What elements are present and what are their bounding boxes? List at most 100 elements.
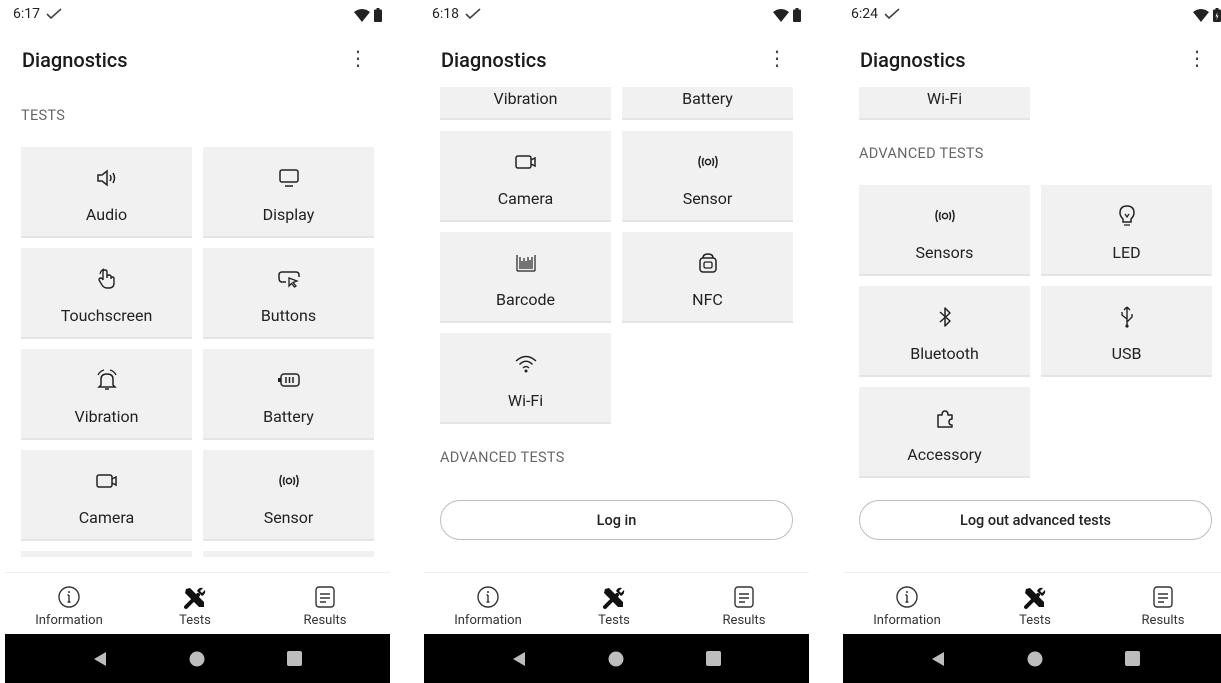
nav-information[interactable]: Information xyxy=(23,573,115,635)
app-bar: Diagnostics ⋮ xyxy=(424,44,809,78)
bottom-navigation: Information Tests Results xyxy=(843,572,1221,635)
nav-label: Information xyxy=(35,613,103,628)
back-button[interactable] xyxy=(499,634,539,683)
nav-label: Tests xyxy=(598,613,630,628)
overflow-menu-icon[interactable]: ⋮ xyxy=(1187,48,1207,68)
barcode-icon xyxy=(515,255,536,272)
nav-information[interactable]: Information xyxy=(442,573,534,635)
tile-label: Display xyxy=(262,205,315,224)
home-button[interactable] xyxy=(1015,634,1055,683)
battery-icon xyxy=(374,8,382,22)
nav-results[interactable]: Results xyxy=(285,573,365,635)
tile-label: NFC xyxy=(692,290,723,309)
puzzle-icon xyxy=(936,410,953,428)
system-navigation-bar xyxy=(843,634,1221,683)
tile-buttons[interactable]: Buttons xyxy=(203,248,374,339)
back-triangle-icon xyxy=(94,651,106,666)
tile-label: Wi-Fi xyxy=(926,89,963,108)
status-time: 6:17 xyxy=(13,6,40,22)
page-title: Diagnostics xyxy=(441,48,547,72)
tile-label: Sensors xyxy=(915,243,974,262)
back-triangle-icon xyxy=(513,651,525,666)
overflow-menu-icon[interactable]: ⋮ xyxy=(767,48,787,68)
system-navigation-bar xyxy=(5,634,390,683)
nav-results[interactable]: Results xyxy=(704,573,784,635)
lightbulb-icon xyxy=(1118,205,1135,226)
recents-button[interactable] xyxy=(693,634,733,683)
wifi-icon xyxy=(1193,8,1209,22)
recents-button[interactable] xyxy=(274,634,314,683)
overflow-menu-icon[interactable]: ⋮ xyxy=(348,48,368,68)
nav-information[interactable]: Information xyxy=(861,573,953,635)
tile-battery[interactable]: Battery xyxy=(203,349,374,440)
tile-audio[interactable]: Audio xyxy=(21,147,192,238)
nav-tests[interactable]: Tests xyxy=(155,573,235,635)
nav-results[interactable]: Results xyxy=(1123,573,1203,635)
sensor-icon xyxy=(278,474,299,488)
page-title: Diagnostics xyxy=(22,48,128,72)
logout-advanced-tests-button[interactable]: Log out advanced tests xyxy=(859,500,1212,540)
bluetooth-icon xyxy=(938,307,951,327)
tile-vibration[interactable]: Vibration xyxy=(21,349,192,440)
tile-sensor[interactable]: Sensor xyxy=(203,450,374,541)
tile-nfc[interactable]: NFC xyxy=(622,232,793,323)
tile-partial xyxy=(203,551,374,557)
tile-label: Battery xyxy=(263,407,314,426)
home-circle-icon xyxy=(608,651,624,666)
document-icon xyxy=(315,586,335,608)
tools-icon xyxy=(1024,587,1046,609)
info-icon xyxy=(477,586,499,608)
tile-led[interactable]: LED xyxy=(1041,185,1212,276)
tile-usb[interactable]: USB xyxy=(1041,286,1212,377)
nav-label: Results xyxy=(1141,613,1185,628)
check-icon xyxy=(46,8,62,20)
tile-label: Barcode xyxy=(496,290,555,309)
status-time: 6:18 xyxy=(432,6,459,22)
tile-sensors[interactable]: Sensors xyxy=(859,185,1030,276)
document-icon xyxy=(734,586,754,608)
home-button[interactable] xyxy=(177,634,217,683)
screen-1: 6:17 Diagnostics ⋮ TESTS Audio Display T… xyxy=(5,0,390,683)
nav-tests[interactable]: Tests xyxy=(574,573,654,635)
tile-wifi[interactable]: Wi-Fi xyxy=(859,87,1030,120)
nav-label: Tests xyxy=(179,613,211,628)
tile-vibration[interactable]: Vibration xyxy=(440,87,611,120)
tile-label: Accessory xyxy=(907,445,982,464)
tile-camera[interactable]: Camera xyxy=(21,450,192,541)
app-bar: Diagnostics ⋮ xyxy=(5,44,390,78)
tile-camera[interactable]: Camera xyxy=(440,131,611,222)
tile-label: LED xyxy=(1112,243,1141,262)
nav-label: Information xyxy=(873,613,941,628)
recents-button[interactable] xyxy=(1112,634,1152,683)
nav-tests[interactable]: Tests xyxy=(995,573,1075,635)
tile-barcode[interactable]: Barcode xyxy=(440,232,611,323)
status-bar: 6:18 xyxy=(424,0,809,30)
back-button[interactable] xyxy=(918,634,958,683)
tile-partial xyxy=(21,551,192,557)
tile-bluetooth[interactable]: Bluetooth xyxy=(859,286,1030,377)
touch-icon xyxy=(97,268,115,289)
bottom-navigation: Information Tests Results xyxy=(5,572,390,635)
video-camera-icon xyxy=(514,155,536,169)
tile-label: Vibration xyxy=(74,407,139,426)
tile-label: USB xyxy=(1111,344,1142,363)
wifi-icon xyxy=(773,8,789,22)
tile-display[interactable]: Display xyxy=(203,147,374,238)
battery-charging-icon xyxy=(1213,8,1221,22)
wifi-icon xyxy=(354,8,370,22)
tile-wifi[interactable]: Wi-Fi xyxy=(440,333,611,424)
tile-battery[interactable]: Battery xyxy=(622,87,793,120)
monitor-icon xyxy=(278,169,299,187)
tile-label: Audio xyxy=(85,205,128,224)
screen-2: 6:18 Diagnostics ⋮ Vibration Battery Cam… xyxy=(424,0,809,683)
tile-accessory[interactable]: Accessory xyxy=(859,387,1030,478)
home-button[interactable] xyxy=(596,634,636,683)
tile-sensor[interactable]: Sensor xyxy=(622,131,793,222)
status-bar: 6:24 xyxy=(843,0,1221,30)
back-button[interactable] xyxy=(80,634,120,683)
tile-label: Buttons xyxy=(260,306,317,325)
sensor-icon xyxy=(697,155,718,169)
button-click-icon xyxy=(277,271,300,288)
tile-touchscreen[interactable]: Touchscreen xyxy=(21,248,192,339)
login-button[interactable]: Log in xyxy=(440,500,793,540)
